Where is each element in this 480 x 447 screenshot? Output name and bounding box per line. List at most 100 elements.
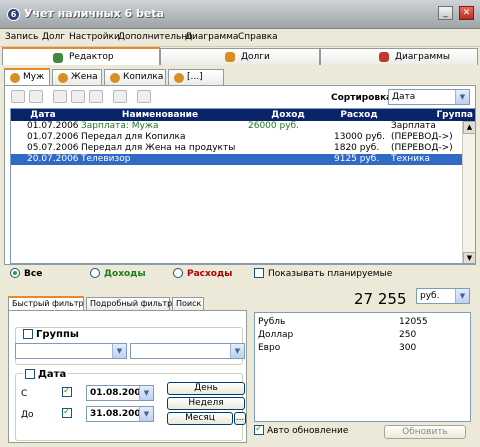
person-icon [110, 73, 120, 83]
table-row[interactable]: 05.07.2006 Передал для Жена на продукты 18… [11, 143, 475, 154]
window-title: Учет наличных 6 beta [24, 7, 165, 20]
vertical-scrollbar[interactable]: ▲ ▼ [462, 121, 475, 263]
editor-icon [53, 53, 63, 63]
to-checkbox[interactable] [62, 407, 72, 419]
scroll-up-icon[interactable]: ▲ [463, 121, 475, 134]
table-header: Дата Наименование Доход Расход Группа [11, 109, 475, 121]
column-header-expense[interactable]: Расход [331, 110, 387, 120]
transfer-icon[interactable] [29, 90, 43, 103]
tab-account-more[interactable]: [...] [168, 69, 224, 85]
cell-expense: 9125 руб. [334, 154, 380, 164]
column-header-income[interactable]: Доход [245, 110, 331, 120]
tab-detailed-filter[interactable]: Подробный фильтр [86, 297, 172, 310]
table-row[interactable]: 01.07.2006 Зарплата: Мужа 26000 руб. Зарпла… [11, 121, 475, 132]
radio-income[interactable]: Доходы [90, 268, 146, 279]
refresh-button[interactable]: Обновить [384, 425, 466, 439]
users-icon[interactable] [89, 90, 103, 103]
tab-account-husband[interactable]: Муж [4, 68, 50, 85]
more-button[interactable]: ... [234, 412, 246, 425]
cell-name: Телевизор [81, 154, 131, 164]
sort-label: Сортировка [331, 93, 393, 103]
balance-value: 300 [399, 343, 417, 353]
split-icon[interactable] [11, 90, 25, 103]
group-select-2[interactable]: ▼ [130, 343, 245, 359]
person-icon [10, 73, 20, 83]
title-bar: 6 Учет наличных 6 beta _ ✕ [0, 0, 480, 29]
chevron-down-icon[interactable]: ▼ [112, 344, 126, 358]
from-label: С [21, 389, 28, 399]
from-date-field[interactable]: 01.08.2006 ▼ [86, 385, 154, 401]
auto-update-checkbox[interactable]: Авто обновление [254, 424, 348, 436]
show-planned-checkbox[interactable]: Показывать планируемые [254, 268, 392, 279]
cell-name: Зарплата: Мужа [81, 121, 159, 131]
groups-checkbox[interactable]: Группы [23, 329, 79, 340]
balances-list: Рубль 12055 Доллар 250 Евро 300 [254, 312, 471, 422]
total-amount: 27 255 [354, 290, 407, 308]
to-date-field[interactable]: 31.08.2006 ▼ [86, 406, 154, 422]
cell-group: (ПЕРЕВОД->) [391, 143, 453, 153]
from-checkbox[interactable] [62, 386, 72, 398]
cell-group: Зарплата [391, 121, 436, 131]
chevron-down-icon[interactable]: ▼ [230, 344, 244, 358]
radio-all[interactable]: Все [10, 268, 42, 279]
balance-value: 12055 [399, 317, 428, 327]
balance-name: Евро [258, 343, 281, 353]
group-select-1[interactable]: ▼ [15, 343, 127, 359]
calendar-icon[interactable] [53, 90, 67, 103]
chevron-down-icon[interactable]: ▼ [455, 90, 469, 104]
menu-item-settings[interactable]: Настройки [69, 32, 120, 42]
radio-expense[interactable]: Расходы [173, 268, 232, 279]
chevron-down-icon[interactable]: ▼ [139, 407, 153, 421]
column-header-date[interactable]: Дата [11, 110, 75, 120]
diagrams-icon [379, 52, 389, 62]
tab-editor[interactable]: Редактор [2, 47, 160, 65]
balance-name: Рубль [258, 317, 286, 327]
table-row[interactable]: 01.07.2006 Передал для Копилка 13000 руб. (… [11, 132, 475, 143]
tab-quick-filter[interactable]: Быстрый фильтр [8, 296, 84, 310]
print-icon[interactable] [113, 90, 127, 103]
app-icon: 6 [7, 8, 20, 21]
person-icon [174, 73, 184, 83]
cell-date: 20.07.2006 [27, 154, 79, 164]
cell-date: 01.07.2006 [27, 132, 79, 142]
cell-group: Техника [391, 154, 431, 164]
close-button[interactable]: ✕ [459, 6, 474, 20]
menu-item-help[interactable]: Справка [238, 32, 278, 42]
week-button[interactable]: Неделя [167, 397, 245, 410]
cell-date: 01.07.2006 [27, 121, 79, 131]
type-filter: Все Доходы Расходы Показывать планируемы… [10, 268, 480, 282]
balance-name: Доллар [258, 330, 294, 340]
menu-item-debt[interactable]: Долг [42, 32, 65, 42]
cell-expense: 13000 руб. [334, 132, 385, 142]
cell-date: 05.07.2006 [27, 143, 79, 153]
menu-item-record[interactable]: Запись [5, 32, 38, 42]
menu-item-diagram[interactable]: Диаграмма [185, 32, 238, 42]
main-tabs: Редактор Долги Диаграммы [0, 47, 480, 65]
tab-debts[interactable]: Долги [160, 48, 320, 65]
save-icon[interactable] [71, 90, 85, 103]
scroll-down-icon[interactable]: ▼ [463, 252, 475, 263]
currency-select[interactable]: руб. ▼ [416, 288, 470, 304]
chevron-down-icon[interactable]: ▼ [139, 386, 153, 400]
menu-bar: Запись Долг Настройки Дополнительно Диаг… [0, 29, 480, 47]
tab-account-wife[interactable]: Жена [52, 69, 102, 85]
column-header-name[interactable]: Наименование [75, 110, 245, 120]
tab-account-piggybank[interactable]: Копилка [104, 69, 166, 85]
minimize-button[interactable]: _ [438, 6, 453, 20]
chevron-down-icon[interactable]: ▼ [455, 289, 469, 303]
menu-item-additional[interactable]: Дополнительно [118, 32, 193, 42]
date-checkbox[interactable]: Дата [23, 369, 69, 380]
tab-diagrams[interactable]: Диаграммы [320, 48, 478, 65]
sort-select[interactable]: Дата ▼ [388, 89, 470, 105]
records-panel: Сортировка Дата ▼ Дата Наименование Дохо… [4, 85, 476, 265]
day-button[interactable]: День [167, 382, 245, 395]
tab-search[interactable]: Поиск [172, 297, 204, 310]
month-button[interactable]: Месяц [167, 412, 233, 425]
balance-value: 250 [399, 330, 417, 340]
column-header-group[interactable]: Группа [387, 110, 475, 120]
cell-income: 26000 руб. [248, 121, 299, 131]
refresh-icon[interactable] [137, 90, 151, 103]
table-row[interactable]: 20.07.2006 Телевизор 9125 руб. Техника [11, 154, 475, 165]
to-label: До [21, 410, 34, 420]
cell-group: (ПЕРЕВОД->) [391, 132, 453, 142]
